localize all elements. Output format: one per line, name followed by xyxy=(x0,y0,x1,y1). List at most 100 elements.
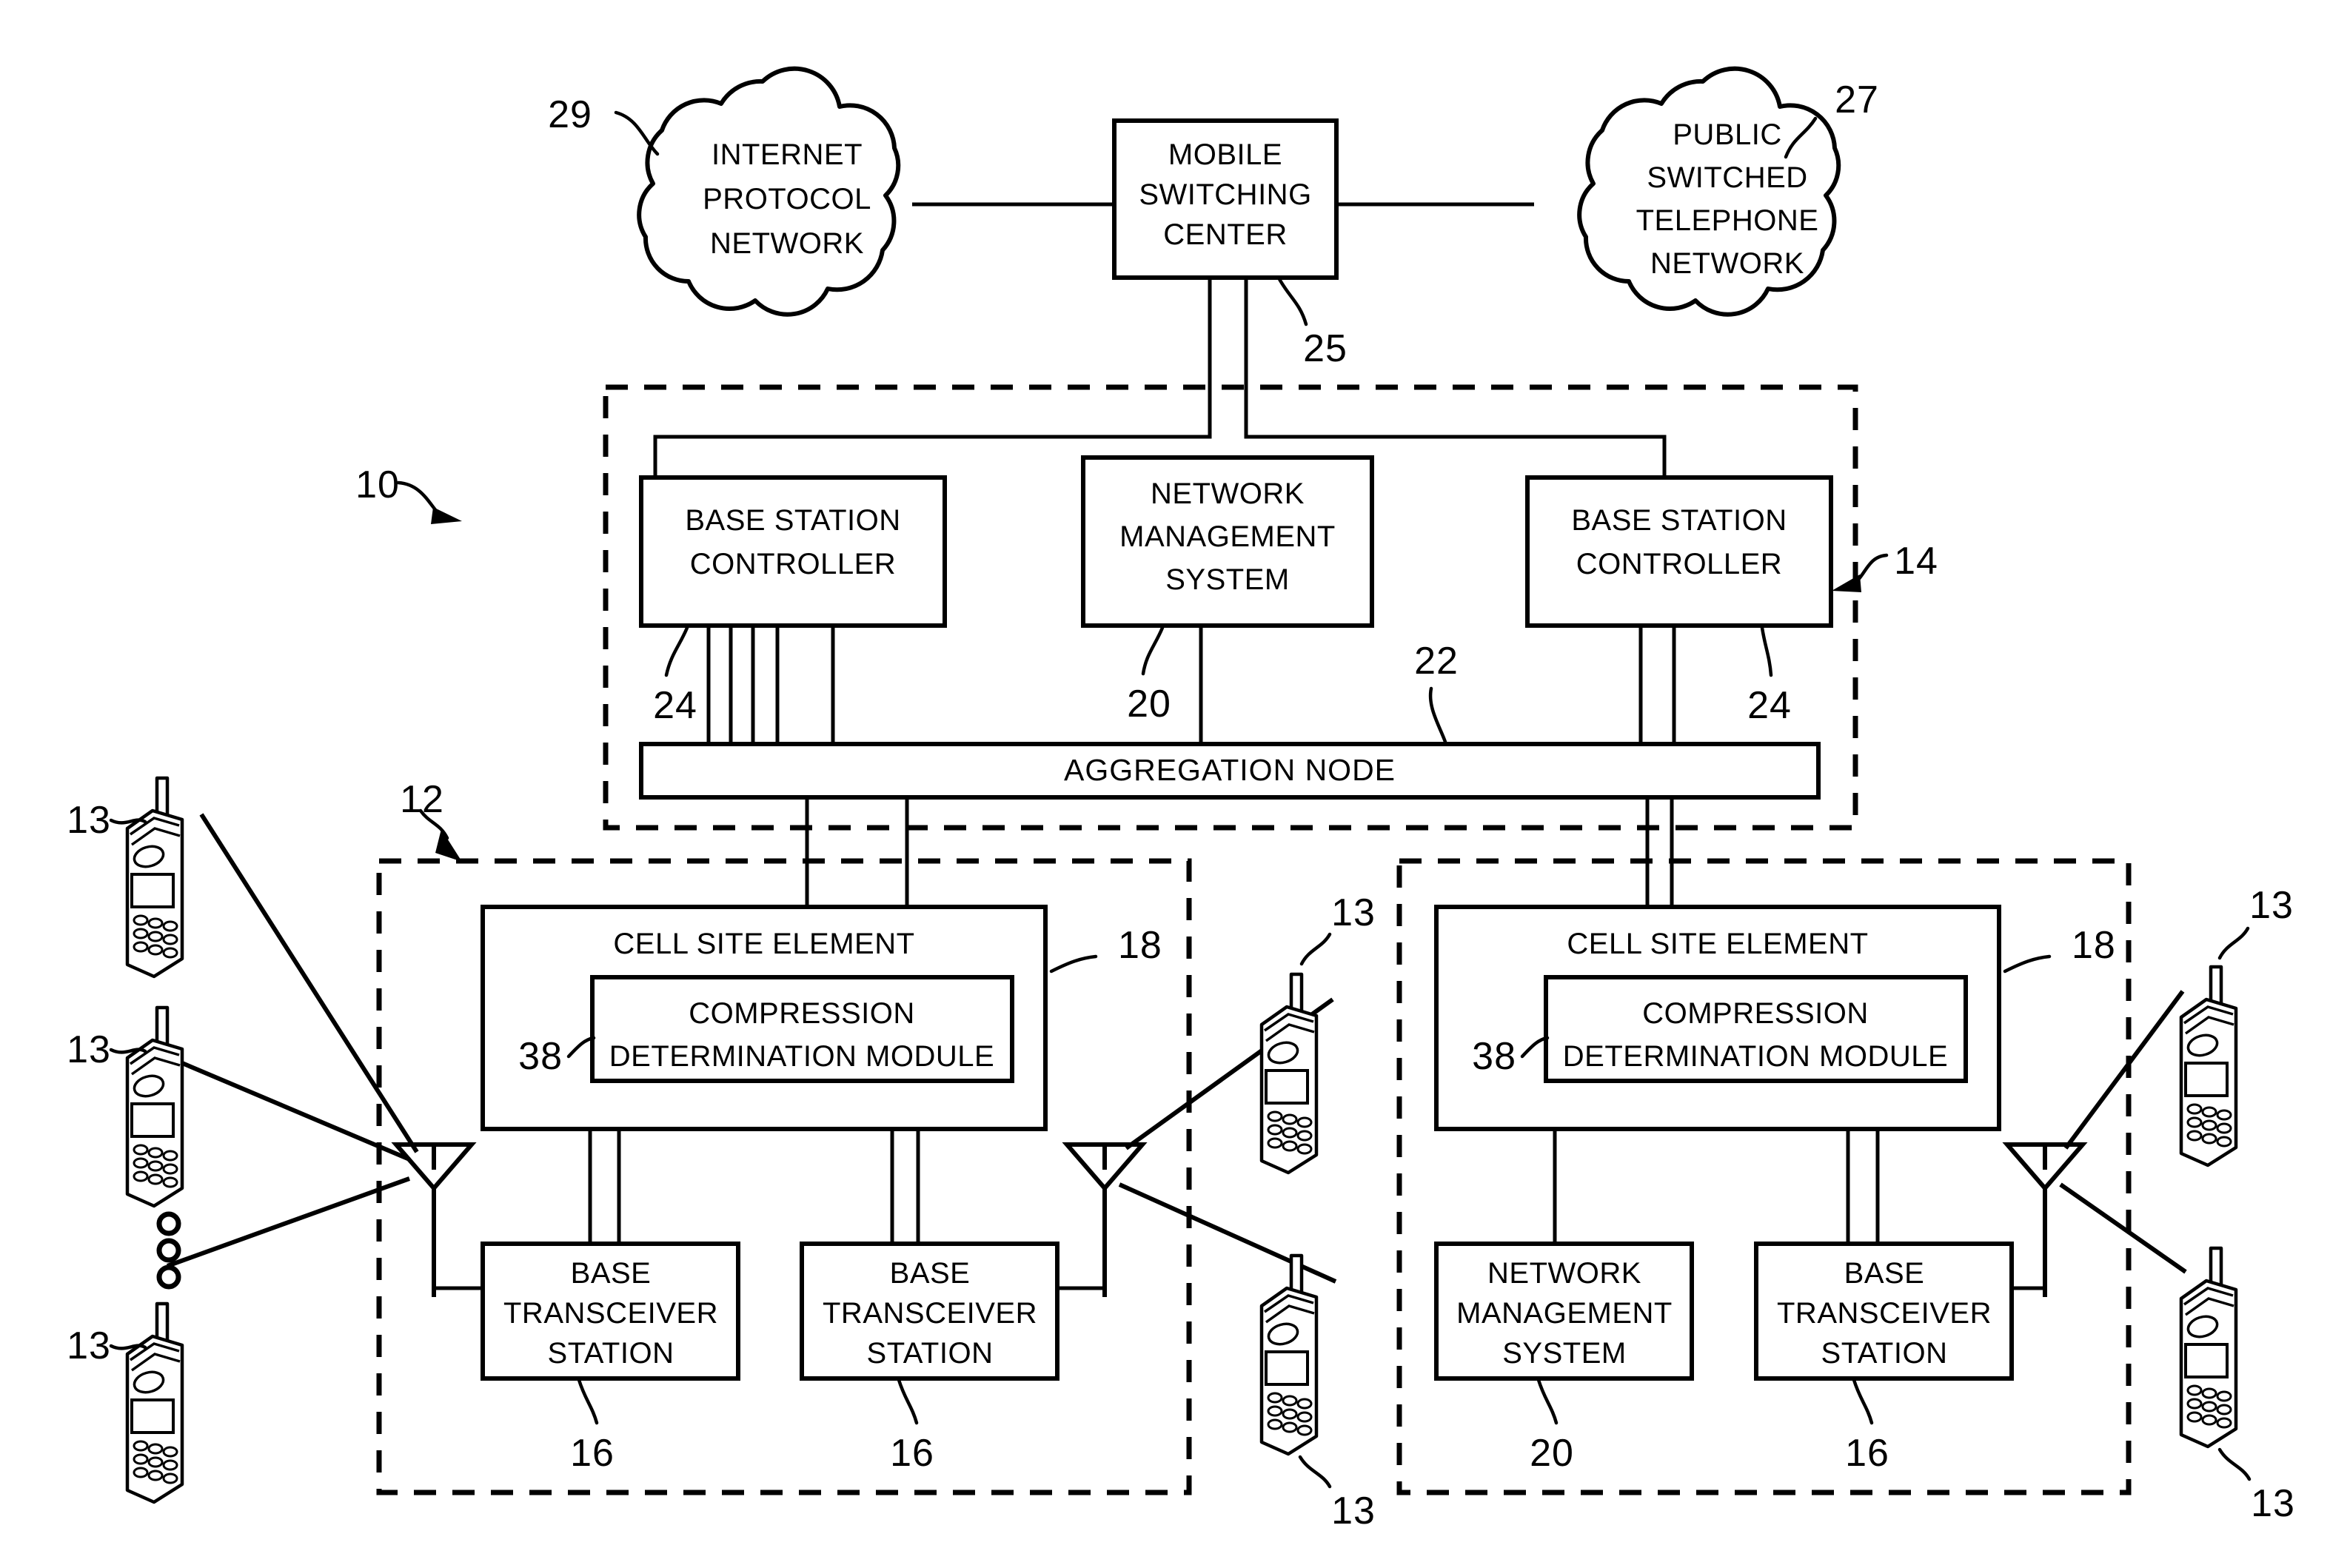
ref-18-left: 18 xyxy=(1118,924,1162,967)
ref-13-left-3: 13 xyxy=(67,1324,111,1367)
bsc-right-line-2: CONTROLLER xyxy=(1576,548,1782,580)
nms-right-line-3: SYSTEM xyxy=(1502,1337,1626,1370)
bsc-right-line-1: BASE STATION xyxy=(1571,504,1787,537)
handset-right-1: 13 xyxy=(2181,884,2294,1165)
core-group-reference-14: 14 xyxy=(1832,540,1938,592)
bts-r1-line-1: BASE xyxy=(1844,1257,1925,1290)
msc-line-1: MOBILE xyxy=(1168,138,1282,171)
base-transceiver-station-right: BASE TRANSCEIVER STATION 16 xyxy=(1754,1242,2014,1475)
cse-right-leader xyxy=(2003,954,2052,974)
bts-r1-line-3: STATION xyxy=(1821,1337,1948,1370)
pstn-cloud-line-4: NETWORK xyxy=(1650,247,1804,280)
handset-left-1: 13 xyxy=(67,778,182,976)
bsc-left-line-1: BASE STATION xyxy=(685,504,900,537)
handset-middle-1-leader xyxy=(1299,932,1332,966)
ref-10-arrowhead xyxy=(431,507,462,524)
bts-l1-leader xyxy=(577,1378,599,1425)
cse-left-leader xyxy=(1049,954,1098,974)
base-station-controller-right: BASE STATION CONTROLLER 24 xyxy=(1525,475,1833,727)
ref-16-r1: 16 xyxy=(1845,1432,1889,1475)
ray-left-to-handset-1 xyxy=(199,813,419,1153)
pstn-cloud-line-2: SWITCHED xyxy=(1647,161,1807,194)
handset-right-1-leader xyxy=(2217,926,2250,960)
ray-right-to-handset-1 xyxy=(2063,990,2185,1150)
compression-module-left-line-1: COMPRESSION xyxy=(689,997,915,1030)
cell-site-group-reference-12: 12 xyxy=(400,778,462,862)
mobile-switching-center: MOBILE SWITCHING CENTER 25 xyxy=(1112,118,1347,370)
handset-right-2: 13 xyxy=(2181,1248,2295,1525)
ref-13-right-1: 13 xyxy=(2249,884,2294,927)
compression-module-left-line-2: DETERMINATION MODULE xyxy=(609,1040,994,1073)
nms-core-line-1: NETWORK xyxy=(1151,478,1305,510)
bts-l2-line-2: TRANSCEIVER xyxy=(823,1297,1037,1330)
ref-14: 14 xyxy=(1894,540,1938,583)
ref-22: 22 xyxy=(1414,640,1459,683)
ray-left-to-handset-2 xyxy=(170,1056,411,1162)
antenna-middle xyxy=(1062,1142,1148,1297)
ref-38-left: 38 xyxy=(518,1035,563,1078)
figure-canvas: INTERNET PROTOCOL NETWORK 29 PUBLIC SWIT… xyxy=(67,66,2295,1532)
ref-10: 10 xyxy=(355,463,400,506)
bts-l1-line-2: TRANSCEIVER xyxy=(503,1297,718,1330)
ip-cloud-leader xyxy=(614,110,660,156)
base-transceiver-station-left-2: BASE TRANSCEIVER STATION 16 xyxy=(800,1242,1059,1475)
msc-leader xyxy=(1277,277,1308,326)
network-management-system-right: NETWORK MANAGEMENT SYSTEM 20 xyxy=(1434,1242,1694,1475)
bts-l2-leader xyxy=(897,1378,919,1425)
handset-ellipsis xyxy=(156,1211,181,1290)
nms-right-line-1: NETWORK xyxy=(1487,1257,1641,1290)
base-station-controller-left: BASE STATION CONTROLLER 24 xyxy=(639,475,947,727)
ref-16-l2: 16 xyxy=(890,1432,934,1475)
handset-left-2: 13 xyxy=(67,1008,182,1206)
pstn-cloud: PUBLIC SWITCHED TELEPHONE NETWORK 27 xyxy=(1577,66,1879,317)
handset-middle-1: 13 xyxy=(1262,891,1376,1173)
ref-38-right: 38 xyxy=(1472,1035,1516,1078)
bts-l2-line-1: BASE xyxy=(890,1257,971,1290)
ellipsis-dot-2 xyxy=(156,1238,181,1263)
antenna-right xyxy=(2002,1142,2088,1297)
bsc-left-leader xyxy=(664,626,689,677)
ref-20-core: 20 xyxy=(1127,683,1171,726)
ip-network-cloud: INTERNET PROTOCOL NETWORK 29 xyxy=(548,66,901,317)
compression-module-right-line-1: COMPRESSION xyxy=(1642,997,1869,1030)
ref-20-right: 20 xyxy=(1530,1432,1574,1475)
pstn-cloud-line-3: TELEPHONE xyxy=(1636,204,1819,237)
nms-right-line-2: MANAGEMENT xyxy=(1456,1297,1673,1330)
nms-right-leader xyxy=(1536,1378,1559,1425)
ref-18-right: 18 xyxy=(2072,924,2116,967)
system-reference-10: 10 xyxy=(355,463,462,524)
ray-left-to-handset-3 xyxy=(166,1176,411,1268)
bts-r1-line-2: TRANSCEIVER xyxy=(1777,1297,1992,1330)
patent-figure: INTERNET PROTOCOL NETWORK 29 PUBLIC SWIT… xyxy=(0,0,2330,1568)
handset-middle-2: 13 xyxy=(1262,1256,1376,1532)
msc-line-3: CENTER xyxy=(1163,218,1287,251)
cse-left-title: CELL SITE ELEMENT xyxy=(613,928,914,960)
ellipsis-dot-1 xyxy=(156,1211,181,1236)
ref-14-arrowhead xyxy=(1832,574,1861,592)
ref-13-middle-1: 13 xyxy=(1331,891,1376,934)
link-msc-to-bsc-right xyxy=(1244,276,1667,478)
ref-24-left: 24 xyxy=(653,684,697,727)
bts-l1-line-3: STATION xyxy=(548,1337,674,1370)
bts-l2-line-3: STATION xyxy=(867,1337,994,1370)
pstn-cloud-line-1: PUBLIC xyxy=(1673,118,1782,151)
ip-cloud-line-3: NETWORK xyxy=(710,227,864,260)
nms-core-line-2: MANAGEMENT xyxy=(1119,520,1336,553)
nms-core-line-3: SYSTEM xyxy=(1165,563,1289,596)
ref-13-right-2: 13 xyxy=(2251,1482,2295,1525)
ip-cloud-line-2: PROTOCOL xyxy=(703,183,871,215)
aggregation-node-label: AGGREGATION NODE xyxy=(1064,753,1396,787)
msc-line-2: SWITCHING xyxy=(1139,178,1311,211)
ref-29: 29 xyxy=(548,93,592,136)
handset-right-2-leader xyxy=(2217,1447,2252,1481)
handset-left-3: 13 xyxy=(67,1304,182,1502)
ref-27: 27 xyxy=(1835,78,1879,121)
bts-l1-line-1: BASE xyxy=(571,1257,652,1290)
ref-13-middle-2: 13 xyxy=(1331,1490,1376,1532)
cell-site-element-left: CELL SITE ELEMENT COMPRESSION DETERMINAT… xyxy=(481,905,1162,1131)
ref-13-left-2: 13 xyxy=(67,1028,111,1071)
cell-site-element-right: CELL SITE ELEMENT COMPRESSION DETERMINAT… xyxy=(1434,905,2116,1131)
bts-r1-leader xyxy=(1852,1378,1874,1425)
ref-24-right: 24 xyxy=(1747,684,1792,727)
network-management-system-core: NETWORK MANAGEMENT SYSTEM 20 xyxy=(1081,455,1374,726)
